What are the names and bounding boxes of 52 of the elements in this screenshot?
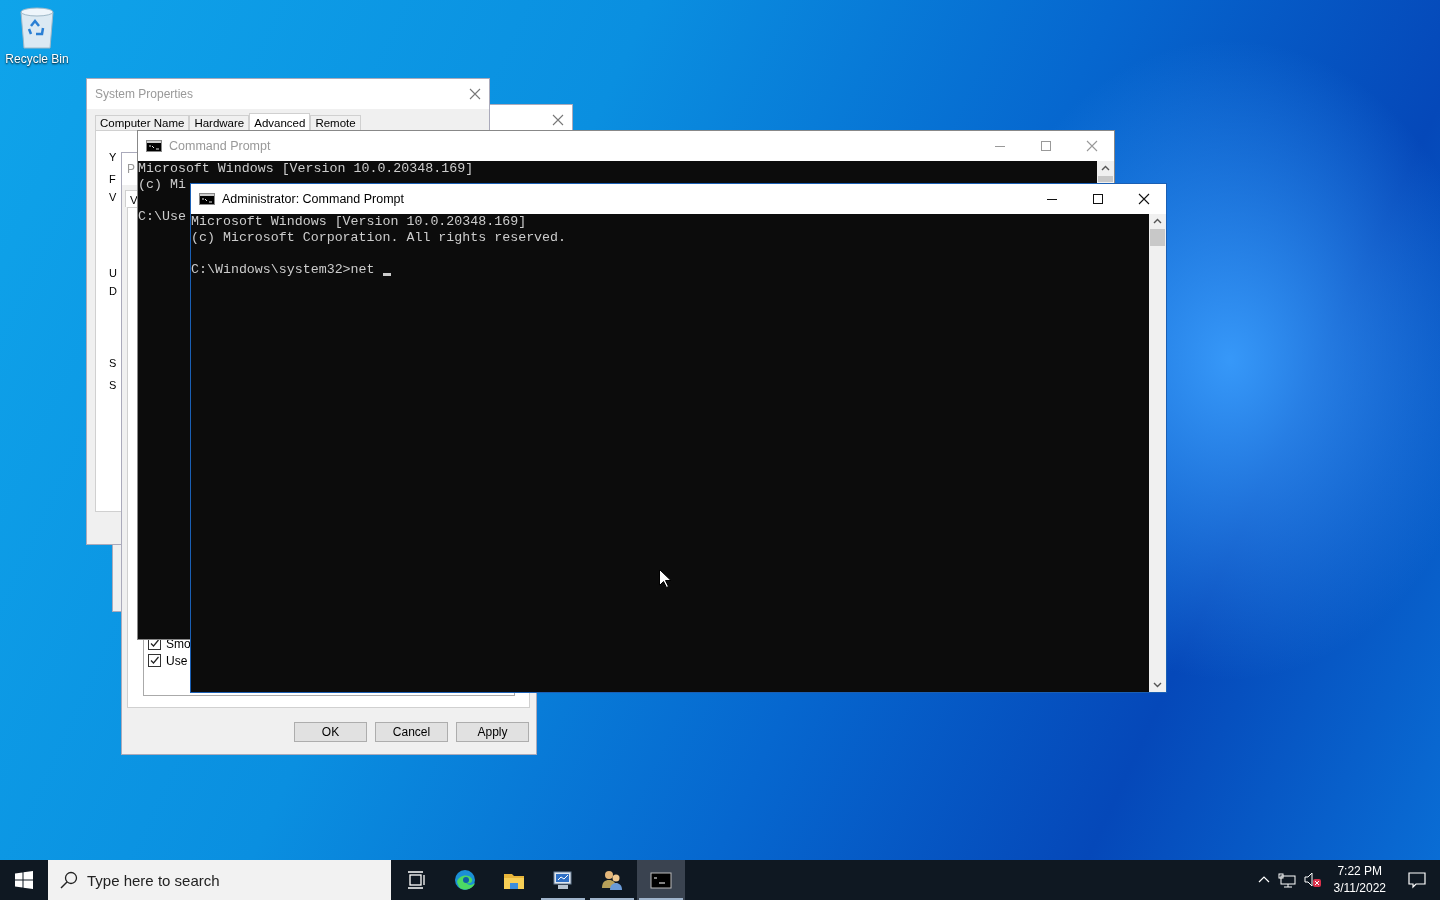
label-text: D [109,285,117,298]
label-text: S [109,357,117,370]
console-text: Microsoft Windows [Version 10.0.20348.169] [191,214,527,230]
label-text: U [109,267,117,280]
console-text: (c) Microsoft Corporation. All rights reserved. [191,230,567,246]
scrollbar-thumb[interactable] [1150,229,1165,246]
taskbar-button[interactable] [637,860,685,900]
task-view-icon[interactable] [405,869,427,891]
scrollbar[interactable] [1149,214,1166,692]
search-icon [60,871,78,889]
terminal-icon[interactable] [650,869,672,891]
window-title: System Properties [95,87,194,101]
running-indicator [590,898,634,900]
console-text: (c) Mi [138,177,186,193]
console-icon [146,140,162,152]
label-text: F [109,173,116,186]
label-text: S [109,379,117,392]
console-text: Microsoft Windows [Version 10.0.20348.169] [138,161,474,177]
network-icon[interactable] [1277,872,1296,888]
label-text: V [109,191,117,204]
dialog-button[interactable]: Apply [456,722,529,742]
recycle-bin-icon[interactable] [17,6,57,50]
clock-date[interactable]: 3/11/2022 [1333,880,1386,897]
checkbox-label: Use [166,653,188,668]
window-title: Command Prompt [169,139,271,153]
close-icon[interactable] [1138,193,1150,205]
dialog-button[interactable]: Cancel [375,722,448,742]
tab[interactable]: Hardware [189,115,250,130]
notification-icon[interactable] [1408,871,1426,889]
search-field[interactable]: Type here to search [48,860,391,900]
clock-time[interactable]: 7:22 PM [1337,863,1383,880]
console-text: C:\Windows\system32>net [191,262,375,278]
tab[interactable]: Computer Name [95,115,190,130]
windows-logo-icon[interactable] [15,871,33,889]
label-text: Y [109,151,117,164]
console-text: C:\Use [138,209,186,225]
console-icon [199,193,215,205]
tab[interactable]: Remote [310,115,361,130]
running-indicator [541,898,585,900]
maximize-icon[interactable] [1092,193,1104,205]
checkbox[interactable] [148,654,161,667]
dialog-button[interactable]: OK [294,722,367,742]
scrollbar-thumb[interactable] [1098,176,1113,182]
running-indicator [639,898,683,900]
mouse-pointer-icon [659,569,671,588]
users-icon[interactable] [601,869,623,891]
speaker-muted-icon[interactable] [1303,872,1322,888]
browser-icon[interactable] [454,869,476,891]
computer-icon[interactable] [552,869,574,891]
tab[interactable]: Advanced [249,113,311,130]
window-title: P [127,162,135,176]
window-title: Administrator: Command Prompt [222,192,404,206]
